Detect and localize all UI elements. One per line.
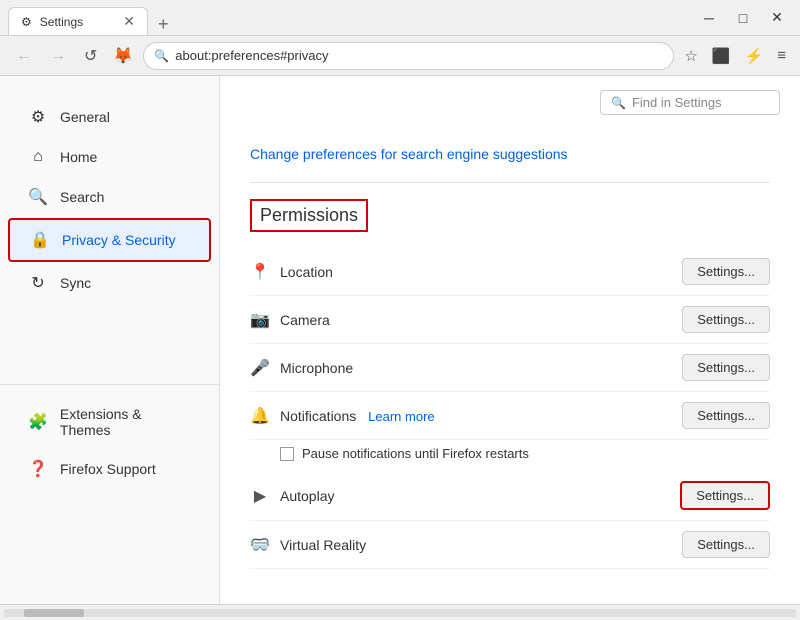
horizontal-scrollbar-thumb [24,609,84,617]
sidebar-item-search[interactable]: 🔍 Search [8,177,211,217]
forward-button[interactable]: → [44,43,72,69]
minimize-button[interactable]: ─ [694,6,724,30]
location-settings-button[interactable]: Settings... [682,258,770,285]
sidebar-item-support[interactable]: ❓ Firefox Support [8,449,211,489]
permission-row-camera: 📷 Camera Settings... [250,296,770,344]
navbar: ← → ↺ 🦊 🔍 about:preferences#privacy ☆ ⬛ … [0,36,800,76]
address-search-icon: 🔍 [154,49,169,63]
camera-settings-button[interactable]: Settings... [682,306,770,333]
support-icon: ❓ [28,459,48,479]
notifications-settings-button[interactable]: Settings... [682,402,770,429]
pocket-icon[interactable]: ⬛ [708,43,735,69]
autoplay-settings-button[interactable]: Settings... [680,481,770,510]
browser-bottom [0,604,800,620]
sidebar: ⚙ General ⌂ Home 🔍 Search 🔒 Privacy & Se… [0,76,220,604]
window-close-button[interactable]: ✕ [762,6,792,30]
microphone-settings-button[interactable]: Settings... [682,354,770,381]
camera-icon: 📷 [250,310,270,330]
pause-notifications-label: Pause notifications until Firefox restar… [302,446,529,461]
main-panel: 🔍 Find in Settings Change preferences fo… [220,76,800,604]
permissions-heading: Permissions [250,199,368,232]
sidebar-item-privacy[interactable]: 🔒 Privacy & Security [8,218,211,262]
new-tab-button[interactable]: + [154,14,173,35]
permission-row-autoplay: ▶ Autoplay Settings... [250,471,770,521]
find-in-settings-placeholder: Find in Settings [632,95,722,110]
maximize-button[interactable]: □ [728,6,758,30]
suggestion-section: Change preferences for search engine sug… [250,146,770,162]
autoplay-icon: ▶ [250,486,270,506]
tab-close-button[interactable]: ✕ [123,13,135,30]
sidebar-item-privacy-label: Privacy & Security [62,232,176,248]
permission-row-microphone: 🎤 Microphone Settings... [250,344,770,392]
virtual-reality-label: Virtual Reality [280,537,682,553]
sidebar-bottom: 🧩 Extensions & Themes ❓ Firefox Support [0,384,219,489]
profile-icon[interactable]: ⚡ [741,43,768,69]
sidebar-item-extensions[interactable]: 🧩 Extensions & Themes [8,396,211,448]
notifications-icon: 🔔 [250,406,270,426]
extensions-icon: 🧩 [28,412,48,432]
notifications-label: Notifications Learn more [280,408,682,424]
microphone-icon: 🎤 [250,358,270,378]
camera-label: Camera [280,312,682,328]
general-icon: ⚙ [28,107,48,127]
titlebar: ⚙ Settings ✕ + ─ □ ✕ [0,0,800,36]
permission-row-notifications: 🔔 Notifications Learn more Settings... [250,392,770,440]
sidebar-item-extensions-label: Extensions & Themes [60,406,191,438]
firefox-logo: 🦊 [113,46,133,66]
nav-icons: ☆ ⬛ ⚡ ≡ [680,43,790,69]
bookmark-icon[interactable]: ☆ [680,43,701,69]
permission-row-location: 📍 Location Settings... [250,248,770,296]
notifications-text: Notifications [280,408,356,424]
notifications-learn-more[interactable]: Learn more [368,409,434,424]
permission-row-virtual-reality: 🥽 Virtual Reality Settings... [250,521,770,569]
privacy-icon: 🔒 [30,230,50,250]
virtual-reality-icon: 🥽 [250,535,270,555]
active-tab[interactable]: ⚙ Settings ✕ [8,7,148,35]
sidebar-item-general[interactable]: ⚙ General [8,97,211,137]
search-icon: 🔍 [28,187,48,207]
sidebar-item-sync-label: Sync [60,275,91,291]
address-text: about:preferences#privacy [175,48,663,63]
sidebar-item-home-label: Home [60,149,97,165]
suggestion-link[interactable]: Change preferences for search engine sug… [250,146,770,162]
section-divider [250,182,770,183]
sidebar-item-home[interactable]: ⌂ Home [8,138,211,176]
sidebar-item-general-label: General [60,109,110,125]
autoplay-label: Autoplay [280,488,680,504]
menu-icon[interactable]: ≡ [773,43,790,68]
location-label: Location [280,264,682,280]
find-search-icon: 🔍 [611,96,626,110]
sidebar-item-search-label: Search [60,189,104,205]
location-icon: 📍 [250,262,270,282]
pause-notifications-checkbox[interactable] [280,447,294,461]
tab-area: ⚙ Settings ✕ + [8,0,694,35]
window-controls: ─ □ ✕ [694,6,792,30]
sidebar-item-sync[interactable]: ↻ Sync [8,263,211,303]
refresh-button[interactable]: ↺ [78,42,103,70]
pause-notifications-row: Pause notifications until Firefox restar… [250,440,770,471]
microphone-label: Microphone [280,360,682,376]
tab-title: Settings [40,15,116,29]
find-in-settings[interactable]: 🔍 Find in Settings [600,90,780,115]
sync-icon: ↻ [28,273,48,293]
home-icon: ⌂ [28,148,48,166]
browser-content: ⚙ General ⌂ Home 🔍 Search 🔒 Privacy & Se… [0,76,800,604]
sidebar-item-support-label: Firefox Support [60,461,156,477]
address-bar[interactable]: 🔍 about:preferences#privacy [143,42,674,70]
horizontal-scrollbar[interactable] [4,609,796,617]
virtual-reality-settings-button[interactable]: Settings... [682,531,770,558]
tab-favicon: ⚙ [21,15,32,29]
back-button[interactable]: ← [10,43,38,69]
